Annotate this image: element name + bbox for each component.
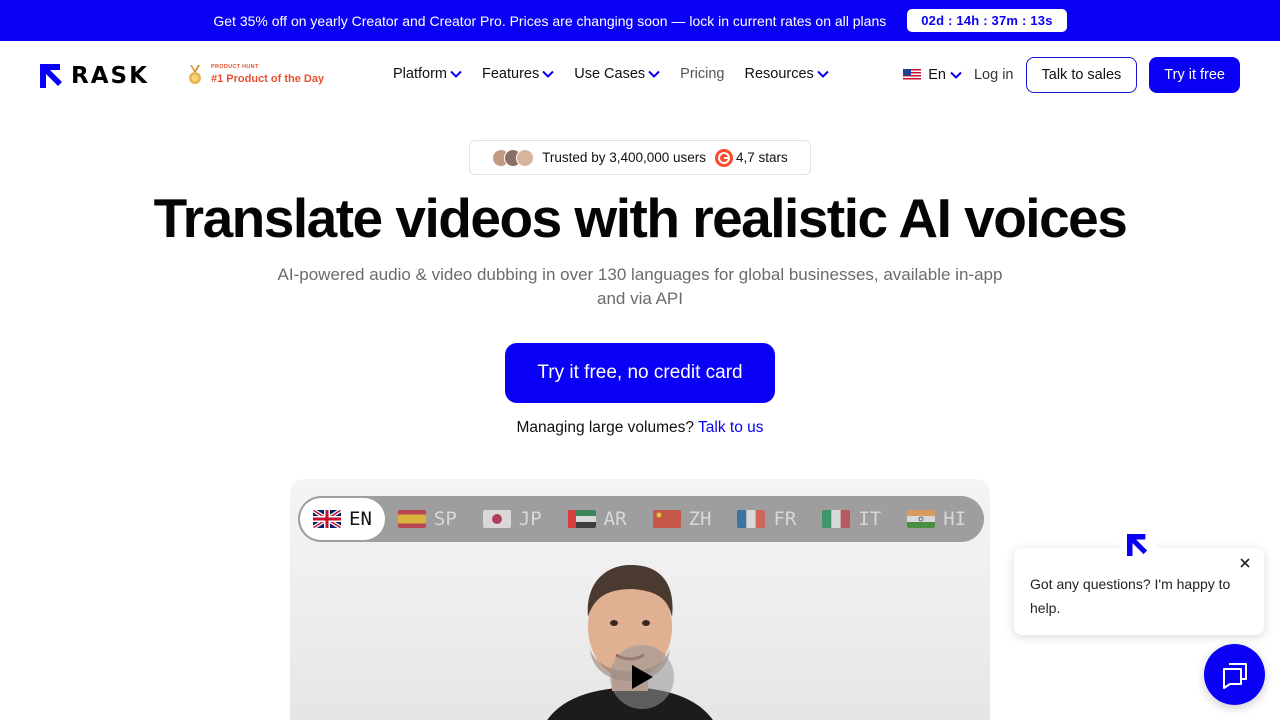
user-avatars xyxy=(492,148,535,167)
play-button[interactable] xyxy=(610,645,674,709)
login-link[interactable]: Log in xyxy=(974,67,1014,83)
spain-flag-icon xyxy=(397,510,426,528)
lang-option-en[interactable]: EN xyxy=(300,498,385,540)
large-volumes-text: Managing large volumes? xyxy=(516,419,694,436)
try-free-no-card-button[interactable]: Try it free, no credit card xyxy=(505,343,775,403)
product-hunt-title: #1 Product of the Day xyxy=(211,72,325,85)
lang-code: AR xyxy=(603,508,627,530)
lang-code: HI xyxy=(943,508,967,530)
g2-icon xyxy=(715,148,734,167)
large-volumes-line: Managing large volumes? Talk to us xyxy=(0,419,1280,437)
us-flag-icon xyxy=(903,69,922,81)
language-switcher: EN SP JP AR ZH FR IT HI xyxy=(298,496,984,542)
lang-code: IT xyxy=(858,508,882,530)
nav-platform[interactable]: Platform xyxy=(393,66,462,82)
play-icon xyxy=(632,665,653,689)
chat-bubble-icon xyxy=(1222,662,1247,689)
nav-features[interactable]: Features xyxy=(482,66,554,82)
nav-platform-label: Platform xyxy=(393,66,447,82)
talk-to-us-link[interactable]: Talk to us xyxy=(698,419,763,436)
header-actions: En Log in Talk to sales Try it free xyxy=(903,57,1240,93)
rask-logo-icon xyxy=(1127,534,1148,556)
lang-code: ZH xyxy=(688,508,712,530)
nav-use-cases-label: Use Cases xyxy=(574,66,646,82)
chevron-down-icon xyxy=(450,70,462,78)
lang-option-hi[interactable]: HI xyxy=(894,496,979,542)
nav-pricing-label: Pricing xyxy=(680,66,725,82)
lang-code: FR xyxy=(773,508,797,530)
chevron-down-icon xyxy=(950,71,962,79)
india-flag-icon xyxy=(907,510,936,528)
nav-pricing[interactable]: Pricing xyxy=(680,66,724,82)
lang-option-fr[interactable]: FR xyxy=(724,496,809,542)
lang-code: EN xyxy=(349,508,372,530)
rask-logo-icon xyxy=(40,64,62,88)
site-header: RASK PRODUCT HUNT #1 Product of the Day … xyxy=(0,41,1280,109)
nav-use-cases[interactable]: Use Cases xyxy=(574,66,660,82)
china-flag-icon xyxy=(652,510,681,528)
language-label: En xyxy=(928,67,946,83)
hero-subheadline: AI-powered audio & video dubbing in over… xyxy=(277,265,1003,308)
lang-option-jp[interactable]: JP xyxy=(470,496,555,542)
close-icon[interactable] xyxy=(1238,556,1252,570)
lang-code: JP xyxy=(518,508,542,530)
main-nav: Platform Features Use Cases Pricing Reso… xyxy=(393,66,849,82)
chevron-down-icon xyxy=(648,70,660,78)
countdown-timer: 02d : 14h : 37m : 13s xyxy=(907,9,1067,32)
try-free-button[interactable]: Try it free xyxy=(1149,57,1240,93)
italy-flag-icon xyxy=(822,510,851,528)
medal-icon xyxy=(189,65,201,84)
product-hunt-label: PRODUCT HUNT xyxy=(211,64,259,71)
chevron-down-icon xyxy=(542,70,554,78)
chat-launcher-button[interactable] xyxy=(1204,644,1265,705)
lang-option-sp[interactable]: SP xyxy=(385,496,470,542)
trusted-users-text: Trusted by 3,400,000 users xyxy=(542,150,707,165)
avatar xyxy=(516,148,535,167)
chevron-down-icon xyxy=(817,70,829,78)
promo-text: Get 35% off on yearly Creator and Creato… xyxy=(213,12,887,29)
demo-video[interactable]: EN SP JP AR ZH FR IT HI xyxy=(290,479,990,720)
uk-flag-icon xyxy=(313,510,341,528)
talk-to-sales-button[interactable]: Talk to sales xyxy=(1025,57,1138,93)
nav-resources-label: Resources xyxy=(744,66,814,82)
nav-resources[interactable]: Resources xyxy=(744,66,829,82)
france-flag-icon xyxy=(737,510,766,528)
chat-message: Got any questions? I'm happy to help. xyxy=(1030,576,1231,616)
chat-avatar xyxy=(1121,528,1155,562)
lang-option-it[interactable]: IT xyxy=(809,496,894,542)
promo-banner[interactable]: Get 35% off on yearly Creator and Creato… xyxy=(0,0,1280,41)
lang-code: SP xyxy=(433,508,457,530)
rating-text: 4,7 stars xyxy=(736,150,788,165)
hero-headline: Translate videos with realistic AI voice… xyxy=(153,187,1128,249)
language-selector[interactable]: En xyxy=(903,67,962,83)
lang-option-zh[interactable]: ZH xyxy=(640,496,725,542)
japan-flag-icon xyxy=(482,510,511,528)
product-hunt-badge[interactable]: PRODUCT HUNT #1 Product of the Day xyxy=(186,65,324,85)
trust-badge: Trusted by 3,400,000 users 4,7 stars xyxy=(469,140,811,175)
brand-name: RASK xyxy=(71,63,149,89)
lang-option-ar[interactable]: AR xyxy=(555,496,640,542)
nav-features-label: Features xyxy=(482,66,540,82)
uae-flag-icon xyxy=(567,510,596,528)
rask-logo[interactable]: RASK xyxy=(40,64,149,88)
